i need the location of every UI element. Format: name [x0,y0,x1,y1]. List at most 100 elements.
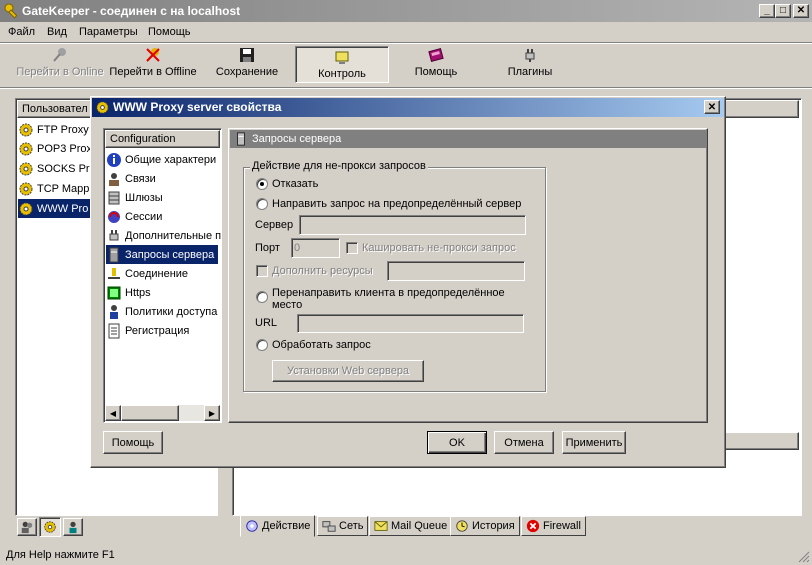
tree-item-links[interactable]: Связи [106,169,156,188]
redirect-client-label: Перенаправить клиента в предопределённое… [272,287,505,311]
users-icon [109,172,119,186]
users-icon [21,521,33,534]
plugins-button[interactable]: Плагины [490,45,570,83]
list-item[interactable]: TCP Mapp [18,179,89,198]
server-field[interactable] [299,215,526,235]
policy-icon [110,304,118,319]
apply-button[interactable]: Применить [562,431,626,454]
control-button[interactable]: Контроль [295,46,389,83]
app-titlebar: GateKeeper - соединен с на localhost _ □… [0,0,812,22]
log-icon [108,323,120,338]
tree-item-logging[interactable]: Регистрация [106,321,189,340]
menu-help[interactable]: Помощь [148,26,191,38]
info-icon [107,152,121,167]
process-request-radio[interactable] [256,339,268,351]
tab-firewall[interactable]: Firewall [521,516,586,536]
tree-item-gateways[interactable]: Шлюзы [106,188,163,207]
network-icon [322,521,336,532]
services-view-button[interactable] [39,517,61,537]
ok-button[interactable]: OK [427,431,487,454]
gear-icon [19,142,33,155]
gear-icon [19,162,33,175]
config-tree-header[interactable]: Configuration [105,130,220,148]
server-label: Сервер [255,219,294,231]
connection-icon [108,267,120,279]
mail-icon [374,521,388,531]
list-item[interactable]: SOCKS Pr [18,159,90,178]
gear-icon [19,182,33,195]
tree-item-access-policy[interactable]: Политики доступа [106,302,217,321]
tree-item-sessions[interactable]: Сессии [106,207,162,226]
cache-label: Кашировать не-прокси запрос [362,242,516,254]
dialog-titlebar: WWW Proxy server свойства ✕ [92,98,724,117]
list-item[interactable]: WWW Pro [18,199,98,218]
clock-icon [456,520,468,532]
monitor-icon [335,51,349,64]
help-book-icon [428,48,444,62]
list-item[interactable]: FTP Proxy [18,120,89,139]
config-tree: Configuration Общие характери Связи Шлюз… [103,128,222,423]
menu-view[interactable]: Вид [47,26,67,38]
server-icon [237,132,245,146]
user-view-button[interactable] [63,518,83,536]
url-field[interactable] [297,314,524,333]
status-text: Для Help нажмите F1 [6,549,115,561]
help-button[interactable]: Помощь [396,45,476,83]
column-header[interactable] [721,432,799,450]
tab-mail-queue[interactable]: Mail Queue [369,516,453,536]
gear-icon [44,521,56,533]
save-button[interactable]: Сохранение [206,45,288,83]
redirect-client-radio[interactable] [256,291,268,303]
resize-grip-icon[interactable] [796,549,810,563]
cache-checkbox[interactable] [346,242,358,254]
refuse-label: Отказать [272,178,319,190]
gatekeeper-key-icon [4,3,18,19]
list-item[interactable]: POP3 Prox [18,139,92,158]
dialog-title: WWW Proxy server свойства [113,100,282,114]
tab-action[interactable]: Действие [240,515,316,537]
go-offline-button[interactable]: Перейти в Offline [106,45,200,83]
menu-params[interactable]: Параметры [79,26,138,38]
app-title: GateKeeper - соединен с на localhost [22,4,241,18]
tree-item-server-requests[interactable]: Запросы сервера [106,245,218,264]
tree-item-additional[interactable]: Дополнительные п [106,226,221,245]
close-button[interactable]: ✕ [793,4,809,18]
scroll-thumb[interactable] [121,405,179,421]
web-server-settings-button[interactable]: Установки Web сервера [272,360,424,382]
refuse-radio[interactable] [256,178,268,190]
panel-title: Запросы сервера [252,133,342,145]
append-resources-label: Дополнить ресурсы [272,265,373,277]
tree-hscrollbar[interactable]: ◀ ▶ [105,405,220,421]
tree-item-https[interactable]: Https [106,283,151,302]
gear-icon [19,202,33,215]
user-icon [69,521,77,534]
column-header[interactable] [721,100,799,118]
minimize-button[interactable]: _ [759,4,775,18]
status-bar: Для Help нажмите F1 [0,545,812,565]
tab-network[interactable]: Сеть [317,516,369,536]
go-online-button[interactable]: Перейти в Online [10,45,110,83]
help-dialog-button[interactable]: Помощь [103,431,163,454]
scroll-left-button[interactable]: ◀ [105,405,121,421]
redirect-request-radio[interactable] [256,198,268,210]
plug-icon [525,49,535,62]
gear-icon [19,123,33,136]
group-label: Действие для не-прокси запросов [250,160,428,172]
port-field[interactable]: 0 [291,238,340,258]
scroll-right-button[interactable]: ▶ [204,405,220,421]
port-label: Порт [255,242,280,254]
users-view-button[interactable] [17,518,37,536]
cancel-button[interactable]: Отмена [494,431,554,454]
server-icon [109,247,119,262]
tree-item-general[interactable]: Общие характери [106,150,216,169]
maximize-button[interactable]: □ [775,4,791,18]
tab-history[interactable]: История [450,516,520,536]
menu-file[interactable]: Файл [8,26,35,38]
action-icon [246,520,258,532]
append-resources-checkbox[interactable] [256,265,268,277]
url-label: URL [255,317,278,329]
append-resources-field[interactable] [387,261,525,281]
dialog-close-button[interactable]: ✕ [704,100,720,114]
tree-item-connection[interactable]: Соединение [106,264,188,283]
gear-icon [96,101,109,114]
